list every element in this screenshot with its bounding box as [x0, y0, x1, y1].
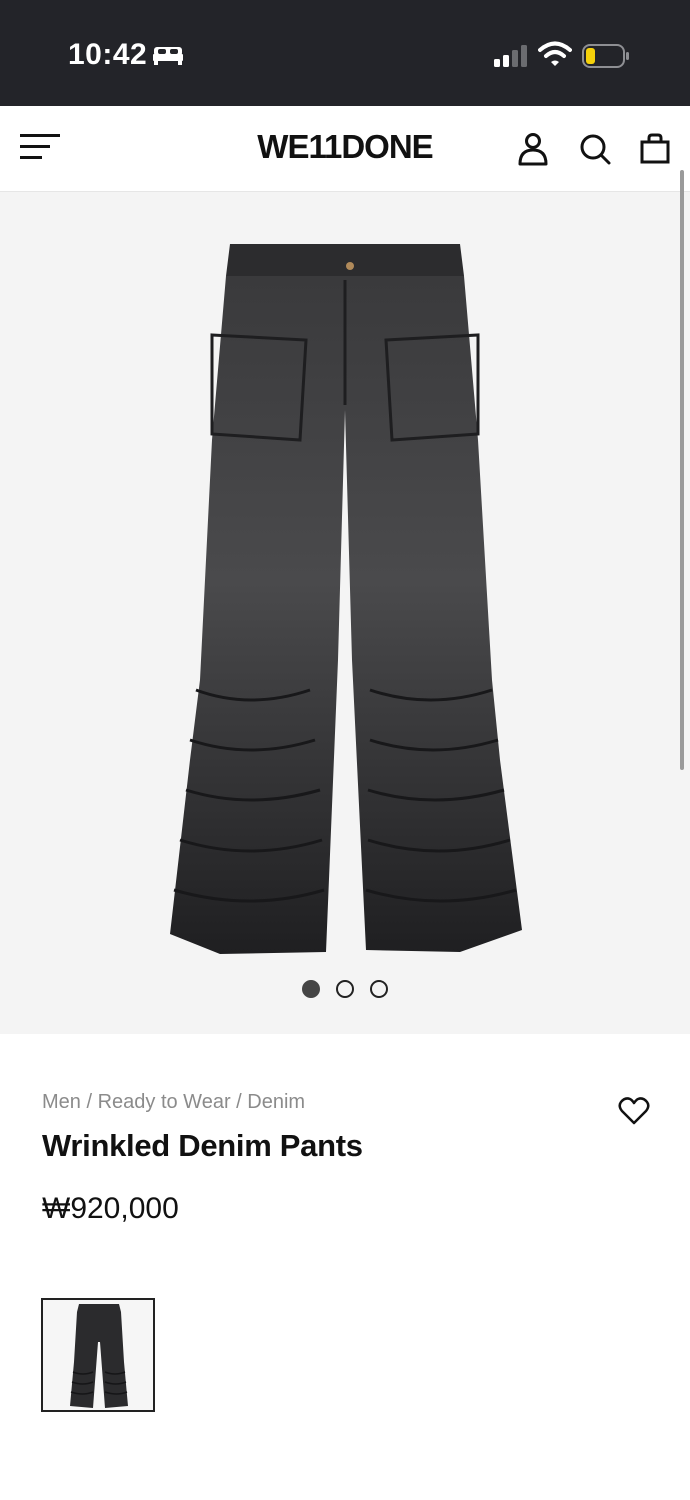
product-gallery[interactable] — [0, 192, 690, 1034]
breadcrumb[interactable]: Men / Ready to Wear / Denim — [42, 1091, 305, 1114]
account-icon[interactable] — [516, 132, 550, 166]
battery-icon — [582, 44, 629, 68]
site-header: WE11DONE — [0, 106, 690, 192]
signal-icon — [494, 45, 527, 67]
scrollbar[interactable] — [680, 170, 684, 770]
carousel-dot-3[interactable] — [370, 980, 388, 998]
wifi-icon — [538, 41, 572, 66]
product-title: Wrinkled Denim Pants — [42, 1128, 363, 1163]
search-icon[interactable] — [578, 132, 612, 166]
carousel-dots — [0, 980, 690, 998]
sleep-icon — [153, 47, 183, 65]
product-image[interactable] — [160, 240, 530, 970]
thumbnail-image — [70, 1304, 128, 1408]
bag-icon[interactable] — [638, 132, 672, 166]
status-bar: 10:42 — [0, 0, 690, 106]
carousel-dot-1[interactable] — [302, 980, 320, 998]
heart-icon[interactable] — [618, 1096, 650, 1126]
product-price: ₩920,000 — [42, 1192, 179, 1225]
carousel-dot-2[interactable] — [336, 980, 354, 998]
product-thumbnail[interactable] — [41, 1298, 155, 1412]
status-time: 10:42 — [68, 38, 148, 71]
